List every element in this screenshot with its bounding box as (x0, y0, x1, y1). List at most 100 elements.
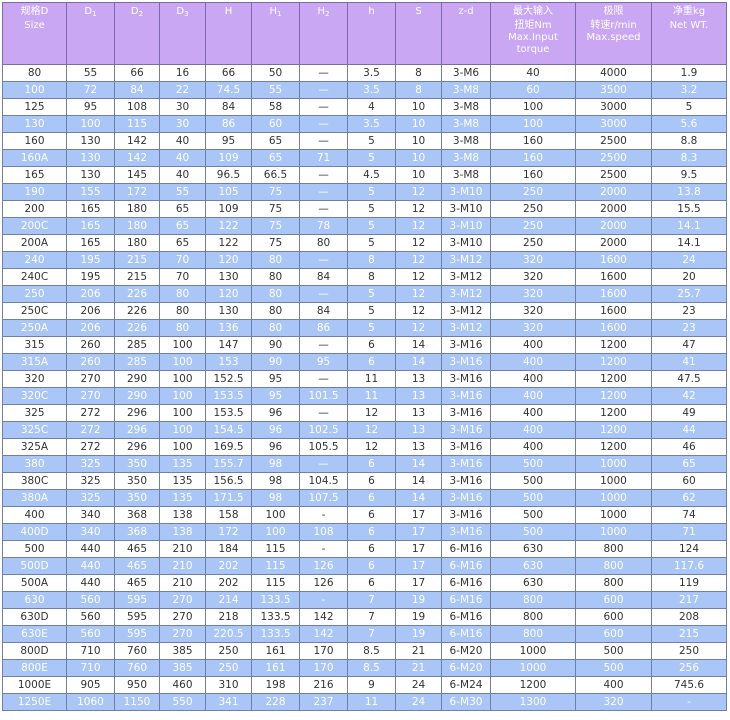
table-cell: 10 (395, 149, 442, 167)
table-cell: 285 (114, 336, 160, 354)
table-cell: 250 (490, 200, 576, 218)
table-cell: 172 (205, 523, 252, 541)
table-cell: 600 (575, 591, 652, 609)
table-cell: 14 (395, 336, 442, 354)
table-cell: 7 (347, 608, 396, 626)
table-cell: 290 (114, 370, 160, 388)
table-cell: 3-M8 (441, 132, 491, 150)
table-cell: 595 (114, 625, 160, 643)
table-row: 630 560 595 270 214 133.5-7 19 6-M16 800 600 217 (2, 591, 727, 609)
table-cell: 104.5 (299, 472, 348, 490)
table-cell: 270 (66, 387, 115, 405)
table-cell: — (299, 132, 348, 150)
table-cell: 1200 (575, 370, 652, 388)
table-cell: 100 (490, 98, 576, 116)
table-cell: 133.5 (251, 608, 300, 626)
table-cell: 80 (299, 234, 348, 252)
table-cell: — (299, 285, 348, 303)
table-cell: 380A (2, 489, 67, 507)
table-cell: 172 (114, 183, 160, 201)
table-cell: 145 (114, 166, 160, 184)
table-cell: 100 (159, 370, 206, 388)
table-cell: 108 (114, 98, 160, 116)
table-cell: 55 (159, 183, 206, 201)
table-cell: 180 (114, 200, 160, 218)
table-row: 100 72 84 22 74.5 55—3.5 8 3-M8 60 3500 3.2 (2, 81, 727, 99)
column-header-line: 转速r/min (590, 20, 637, 31)
table-cell: 9 (347, 676, 396, 694)
table-cell: 100 (159, 404, 206, 422)
table-cell: 7 (347, 591, 396, 609)
table-cell: 58 (251, 98, 300, 116)
table-cell: 100 (159, 421, 206, 439)
table-cell: 560 (66, 591, 115, 609)
table-cell: 272 (66, 421, 115, 439)
table-cell: 500A (2, 574, 67, 592)
table-cell: 12 (395, 285, 442, 303)
table-cell: 3-M12 (441, 268, 491, 286)
table-cell: 90 (251, 336, 300, 354)
table-cell: 325 (66, 489, 115, 507)
table-cell: 4.5 (347, 166, 396, 184)
table-cell: 119 (651, 574, 727, 592)
table-cell: 122 (205, 217, 252, 235)
table-cell: 3-M16 (441, 370, 491, 388)
table-cell: 325A (2, 438, 67, 456)
table-cell: 340 (66, 506, 115, 524)
table-cell: 133.5 (251, 591, 300, 609)
table-cell: 465 (114, 540, 160, 558)
table-cell: 400D (2, 523, 67, 541)
table-cell: — (299, 200, 348, 218)
table-cell: 70 (159, 268, 206, 286)
table-cell: 1200 (575, 421, 652, 439)
table-cell: 71 (651, 523, 727, 541)
column-header-line: Net WT. (669, 20, 709, 31)
table-cell: 19 (395, 625, 442, 643)
table-cell: 107.5 (299, 489, 348, 507)
table-cell: 11 (347, 693, 396, 711)
column-header-label: H (317, 6, 326, 17)
table-cell: 49 (651, 404, 727, 422)
table-cell: 12 (347, 404, 396, 422)
table-cell: 6-M16 (441, 625, 491, 643)
table-row: 250 206 226 80 120 80—5 12 3-M12 320 1600 25.7 (2, 285, 727, 303)
table-cell: 6-M16 (441, 574, 491, 592)
table-cell: 12 (347, 421, 396, 439)
table-cell: 75 (251, 200, 300, 218)
table-cell: 215 (114, 268, 160, 286)
table-cell: 1600 (575, 302, 652, 320)
column-header: D1 (66, 2, 115, 65)
table-cell: — (299, 81, 348, 99)
table-cell: 80 (2, 64, 67, 82)
table-cell: 320 (490, 319, 576, 337)
table-cell: 3-M16 (441, 336, 491, 354)
table-cell: 101.5 (299, 387, 348, 405)
table-cell: — (299, 183, 348, 201)
table-cell: 5 (347, 183, 396, 201)
table-cell: 78 (299, 217, 348, 235)
table-cell: 1150 (114, 693, 160, 711)
table-cell: 62 (651, 489, 727, 507)
table-cell: 217 (651, 591, 727, 609)
column-header-line: torque (516, 44, 550, 55)
table-cell: 3-M16 (441, 404, 491, 422)
table-cell: 184 (205, 540, 252, 558)
table-cell: 272 (66, 438, 115, 456)
table-cell: 156.5 (205, 472, 252, 490)
table-cell: 1000 (575, 523, 652, 541)
table-cell: 100 (66, 115, 115, 133)
table-cell: 25.7 (651, 285, 727, 303)
column-header: 净重kg Net WT. (651, 2, 727, 65)
table-cell: 8.5 (347, 659, 396, 677)
table-cell: 325 (66, 455, 115, 473)
table-row: 380C 325 350 135 156.5 98 104.5 6 14 3-M16 500 1000… (2, 472, 727, 490)
table-row: 130 100 115 30 86 60—3.5 10 3-M8 100 3000 5.6 (2, 115, 727, 133)
table-row: 315 260 285 100 147 90—6 14 3-M16 400 1200 47 (2, 336, 727, 354)
spec-table: 规格D Size D1 D2 D3 H H1 H2 h Sz-d 最大输入 扭矩Nm Max.Input… (2, 2, 727, 711)
table-cell: 84 (205, 98, 252, 116)
table-cell: 3-M8 (441, 115, 491, 133)
table-cell: 5 (347, 217, 396, 235)
table-cell: 5 (651, 98, 727, 116)
table-cell: 109 (205, 149, 252, 167)
table-cell: 75 (251, 234, 300, 252)
